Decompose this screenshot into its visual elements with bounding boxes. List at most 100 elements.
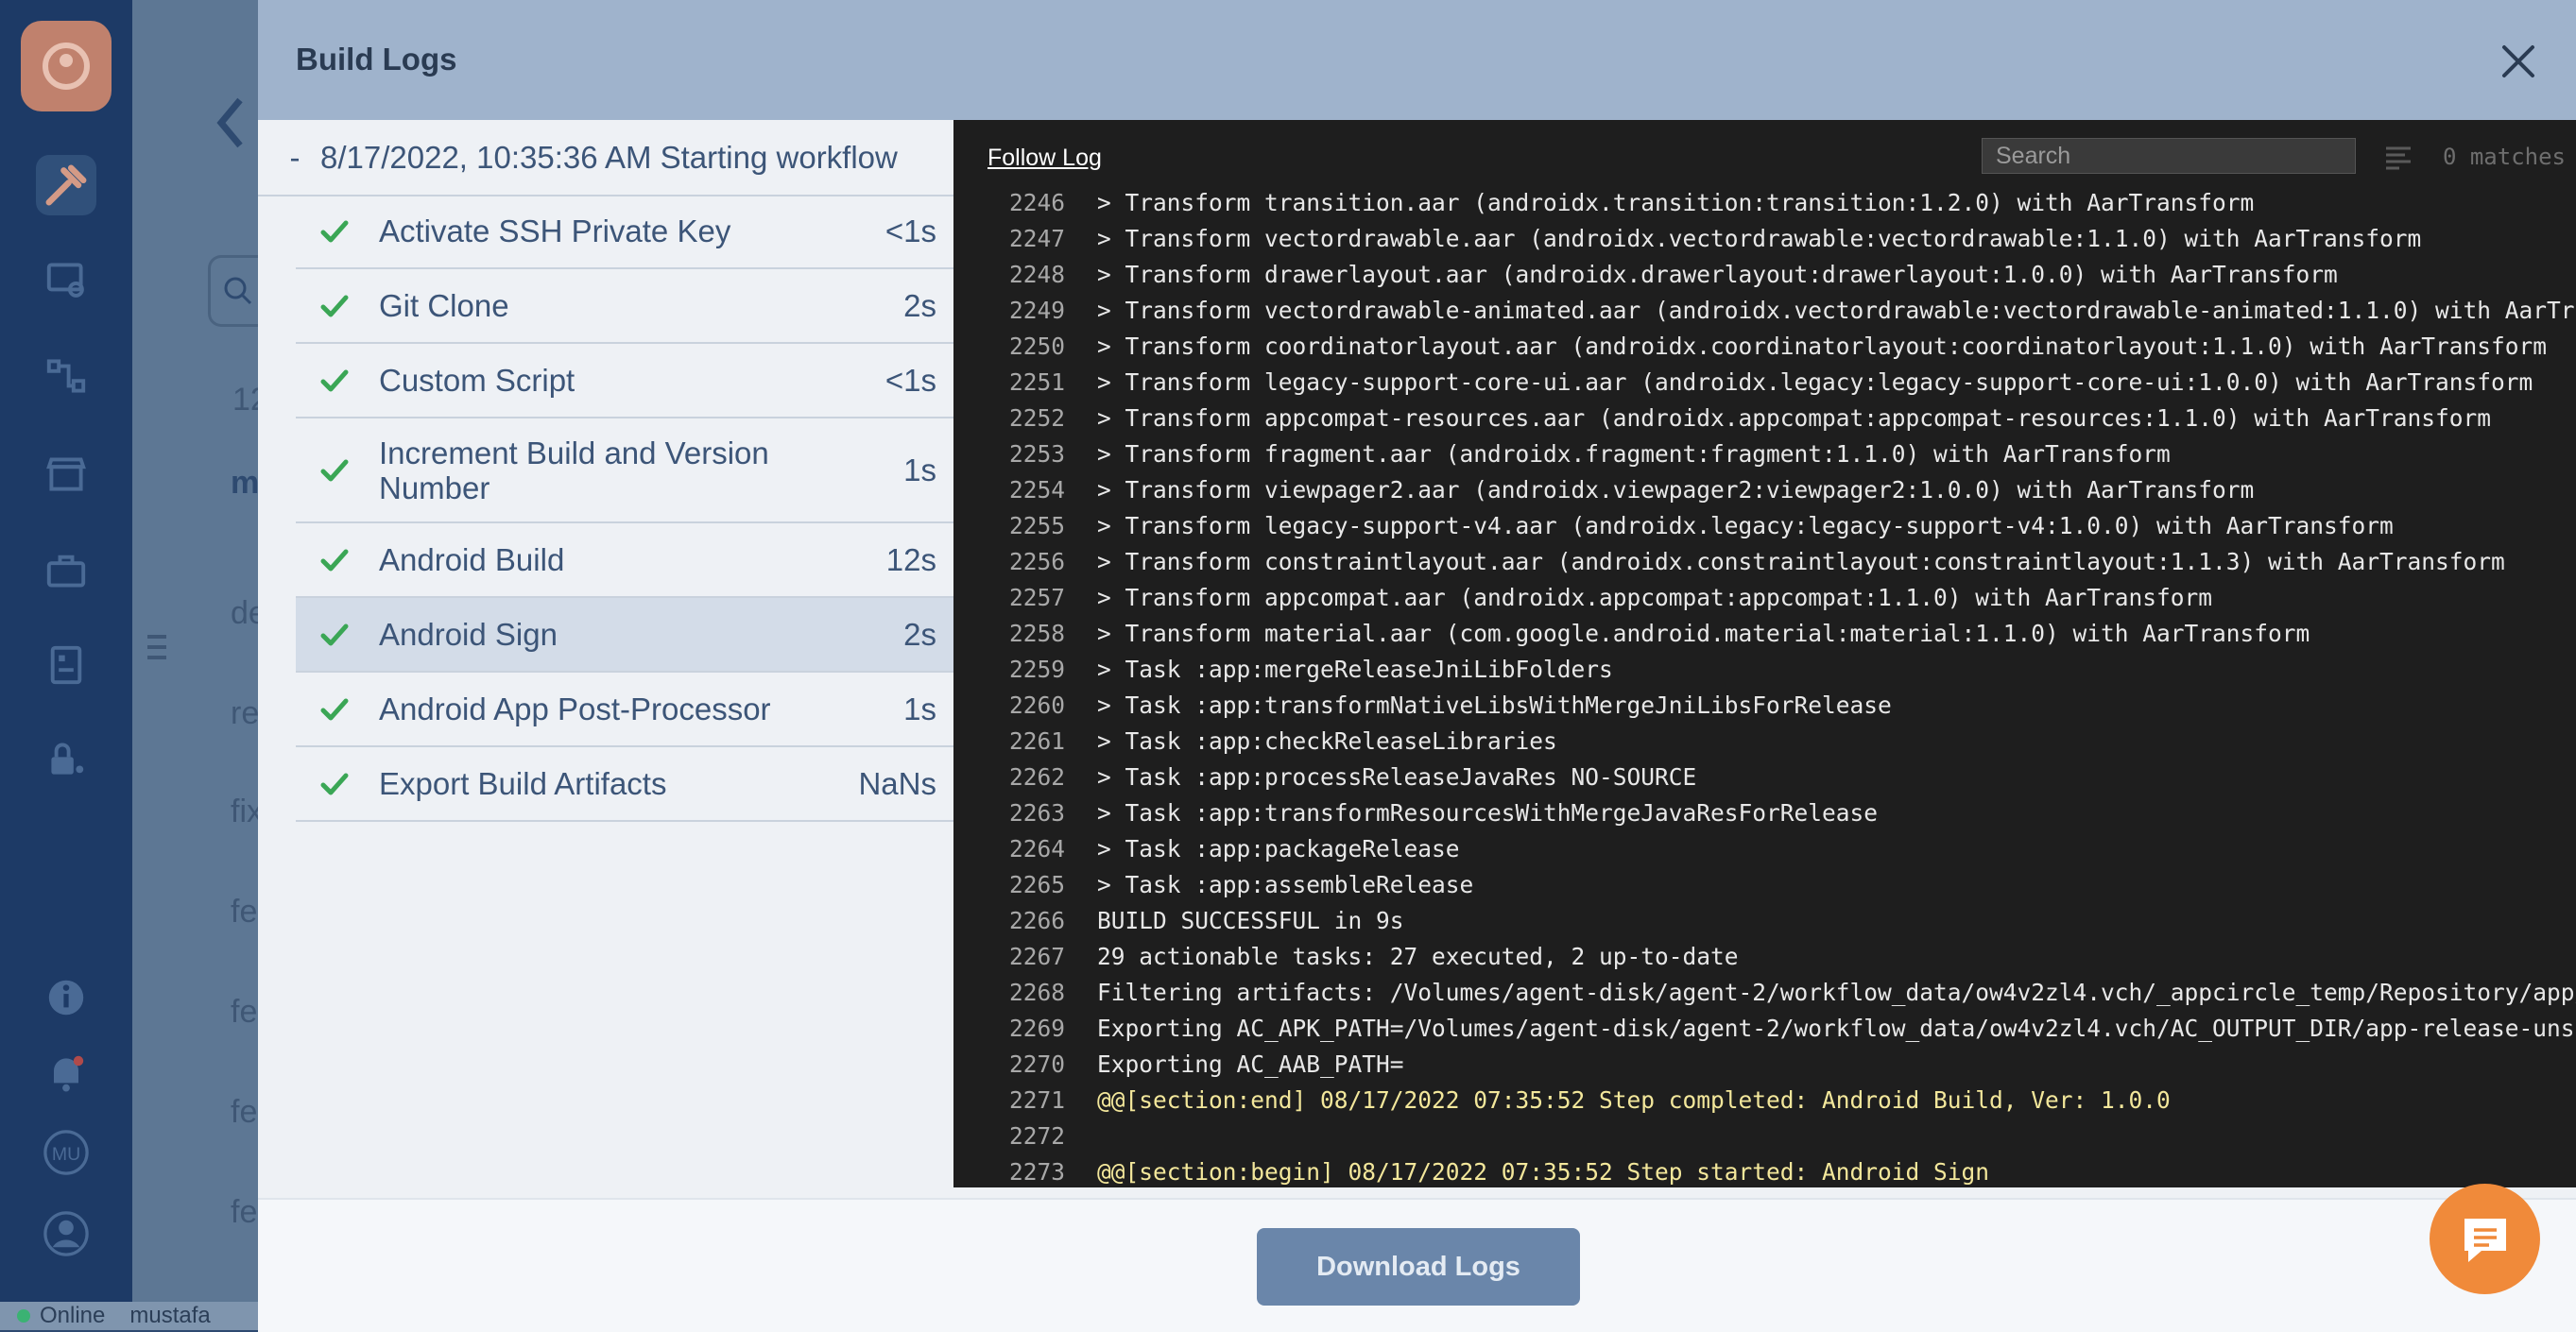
- report-icon[interactable]: [36, 635, 96, 695]
- background-text: fe: [231, 1194, 258, 1230]
- workflow-step[interactable]: Git Clone 2s: [296, 269, 953, 344]
- modal-footer: Download Logs: [258, 1198, 2576, 1332]
- search-match-count: 0 matches: [2442, 144, 2566, 170]
- log-line-text: 29 actionable tasks: 27 executed, 2 up-t…: [1097, 942, 1739, 970]
- log-line: 2270 Exporting AC_AAB_PATH=: [953, 1046, 2576, 1082]
- workflow-step[interactable]: Android Sign 2s: [296, 598, 953, 673]
- step-duration: 2s: [903, 616, 936, 652]
- log-line-number: 2261: [1008, 726, 1065, 755]
- log-line-text: > Transform material.aar (com.google.and…: [1097, 619, 2310, 647]
- log-line: 2266 BUILD SUCCESSFUL in 9s: [953, 902, 2576, 938]
- log-line: 2249 > Transform vectordrawable-animated.…: [953, 292, 2576, 328]
- log-line-number: 2264: [1008, 834, 1065, 862]
- check-icon: [318, 215, 351, 248]
- check-icon: [318, 768, 351, 800]
- log-line: 2246 > Transform transition.aar (androidx…: [953, 184, 2576, 220]
- briefcase-icon[interactable]: [36, 540, 96, 601]
- step-duration: 1s: [903, 691, 936, 726]
- log-line-number: 2260: [1008, 691, 1065, 719]
- lock-user-icon[interactable]: [36, 729, 96, 790]
- workflow-steps-panel: - 8/17/2022, 10:35:36 AM Starting workfl…: [258, 120, 953, 1197]
- step-name: Activate SSH Private Key: [379, 213, 731, 248]
- follow-log-link[interactable]: Follow Log: [987, 145, 1102, 172]
- log-line-number: 2273: [1008, 1157, 1065, 1186]
- log-line-number: 2258: [1008, 619, 1065, 647]
- online-status-label: Online: [40, 1303, 106, 1328]
- workflow-step[interactable]: Export Build Artifacts NaNs: [296, 747, 953, 822]
- log-line: 2250 > Transform coordinatorlayout.aar (a…: [953, 328, 2576, 364]
- log-line-text: Exporting AC_APK_PATH=/Volumes/agent-dis…: [1097, 1014, 2576, 1042]
- log-line: 2252 > Transform appcompat-resources.aar …: [953, 400, 2576, 435]
- close-icon: [2502, 45, 2534, 77]
- log-line-text: > Task :app:packageRelease: [1097, 834, 1460, 862]
- log-line-number: 2254: [1008, 475, 1065, 504]
- avatar[interactable]: MU: [36, 1122, 96, 1183]
- app-sidebar: MU: [0, 0, 132, 1330]
- workflow-step[interactable]: Android App Post-Processor 1s: [296, 673, 953, 747]
- log-line: 2262 > Task :app:processReleaseJavaRes NO…: [953, 759, 2576, 794]
- log-line-number: 2267: [1008, 942, 1065, 970]
- log-viewer: Follow Log 0 matches 2246 > Transform tra…: [953, 120, 2576, 1187]
- log-line: 2260 > Task :app:transformNativeLibsWithM…: [953, 687, 2576, 723]
- info-icon[interactable]: [36, 967, 96, 1028]
- log-search-input[interactable]: [1982, 138, 2356, 174]
- log-line-number: 2262: [1008, 762, 1065, 791]
- log-line-number: 2266: [1008, 906, 1065, 934]
- workflow-step[interactable]: Android Build 12s: [296, 523, 953, 598]
- log-line-number: 2250: [1008, 332, 1065, 360]
- log-line: 2273 @@[section:begin] 08/17/2022 07:35:5…: [953, 1153, 2576, 1187]
- log-line-text: > Transform constraintlayout.aar (androi…: [1097, 547, 2505, 575]
- close-button[interactable]: [2495, 38, 2542, 85]
- workflow-header[interactable]: - 8/17/2022, 10:35:36 AM Starting workfl…: [258, 120, 953, 196]
- store-icon[interactable]: [36, 444, 96, 504]
- step-name: Custom Script: [379, 363, 575, 398]
- log-line-text: > Transform vectordrawable.aar (androidx…: [1097, 224, 2422, 252]
- log-line-text: > Transform coordinatorlayout.aar (andro…: [1097, 332, 2548, 360]
- download-logs-button[interactable]: Download Logs: [1257, 1228, 1580, 1306]
- log-line: 2258 > Transform material.aar (com.google…: [953, 615, 2576, 651]
- log-line-number: 2248: [1008, 260, 1065, 288]
- step-name: Android Build: [379, 542, 565, 577]
- log-line: 2257 > Transform appcompat.aar (androidx.…: [953, 579, 2576, 615]
- appcircle-logo[interactable]: [21, 21, 112, 111]
- step-name: Android Sign: [379, 617, 558, 652]
- log-line-text: > Task :app:transformResourcesWithMergeJ…: [1097, 798, 1879, 827]
- log-line-text: > Transform legacy-support-v4.aar (andro…: [1097, 511, 2394, 539]
- status-bar: Online mustafa: [0, 1302, 283, 1330]
- build-logs-modal: Build Logs - 8/17/2022, 10:35:36 AM Star…: [258, 0, 2576, 1332]
- log-line-number: 2246: [1008, 188, 1065, 216]
- log-line: 2269 Exporting AC_APK_PATH=/Volumes/agent…: [953, 1010, 2576, 1046]
- wrap-lines-icon[interactable]: [2382, 141, 2414, 173]
- avatar-initials: MU: [52, 1144, 80, 1165]
- log-line-text: @@[section:end] 08/17/2022 07:35:52 Step…: [1097, 1085, 2171, 1114]
- step-duration: 2s: [903, 287, 936, 323]
- chat-button[interactable]: [2430, 1184, 2540, 1294]
- step-duration: NaNs: [858, 765, 936, 801]
- log-line: 2247 > Transform vectordrawable.aar (andr…: [953, 220, 2576, 256]
- log-line-text: > Transform appcompat.aar (androidx.appc…: [1097, 583, 2213, 611]
- search-icon: [224, 277, 252, 305]
- step-duration: 12s: [885, 541, 936, 577]
- profile-icon[interactable]: [36, 1204, 96, 1264]
- certificate-icon[interactable]: [36, 249, 96, 310]
- build-icon[interactable]: [36, 155, 96, 215]
- workflow-step[interactable]: Increment Build and Version Number 1s: [296, 418, 953, 523]
- log-line-number: 2253: [1008, 439, 1065, 468]
- collapse-toggle[interactable]: -: [279, 140, 311, 176]
- log-line-text: > Transform viewpager2.aar (androidx.vie…: [1097, 475, 2255, 504]
- log-line-text: > Transform vectordrawable-animated.aar …: [1097, 296, 2576, 324]
- workflow-step[interactable]: Custom Script <1s: [296, 344, 953, 418]
- bell-icon[interactable]: [36, 1043, 96, 1103]
- step-name: Increment Build and Version Number: [379, 435, 769, 505]
- background-text: m: [231, 465, 260, 501]
- step-duration: <1s: [884, 213, 936, 248]
- log-line: 2265 > Task :app:assembleRelease: [953, 866, 2576, 902]
- log-line-number: 2270: [1008, 1050, 1065, 1078]
- log-line-number: 2271: [1008, 1085, 1065, 1114]
- back-chevron-icon: [216, 97, 243, 148]
- distribution-icon[interactable]: [36, 346, 96, 406]
- log-line-text: > Task :app:assembleRelease: [1097, 870, 1474, 898]
- log-line: 2251 > Transform legacy-support-core-ui.a…: [953, 364, 2576, 400]
- log-line: 2264 > Task :app:packageRelease: [953, 830, 2576, 866]
- workflow-step[interactable]: Activate SSH Private Key <1s: [296, 195, 953, 269]
